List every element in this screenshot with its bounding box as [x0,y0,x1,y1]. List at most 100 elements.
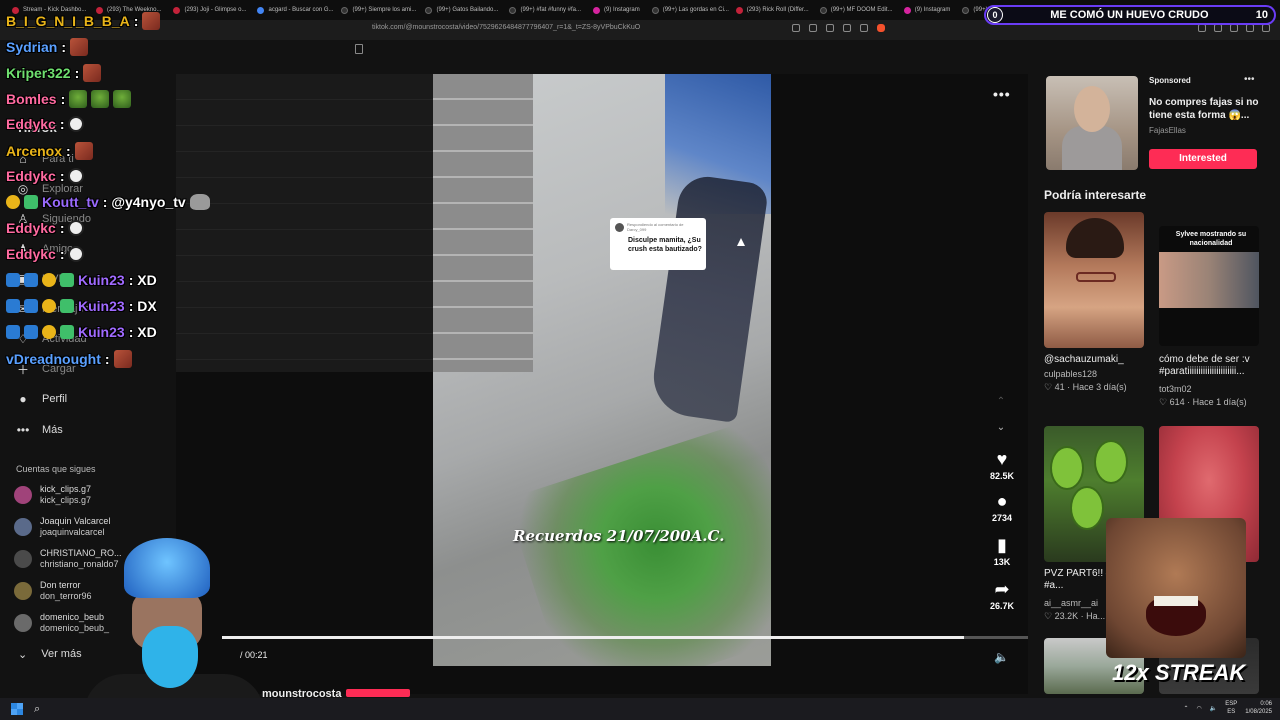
sidebar-item-más[interactable]: ••• Más [16,423,63,437]
share-page-icon[interactable] [860,24,868,32]
tab-label: (99+) #fat #funny #fa... [520,7,582,13]
plus-icon: ＋ [16,362,29,377]
sponsored-label: Sponsored [1149,76,1191,85]
browser-tab[interactable]: (99+) #fat #funny #fa... [503,2,587,18]
sidebar-item-label: Explorar [42,183,83,195]
tab-label: (293) The Weekno... [107,7,162,13]
tab-label: (99+) Siempre los ami... [352,7,417,13]
video-wall-stripes [433,74,533,372]
sidebar-item-amigos[interactable]: ♟ Amigos [16,242,79,256]
tiktok-icon [509,6,517,14]
sidebar-item-label: Para ti [42,153,74,165]
wallet-icon[interactable] [1246,24,1254,32]
goal-target-count: 10 [1255,9,1268,21]
laughing-meme-overlay [1106,518,1246,658]
see-more-button[interactable]: ⌄ Ver más [18,648,82,661]
bookmark-icon[interactable] [355,44,363,54]
tiktok-icon [341,6,349,14]
browser-tab[interactable]: (293) Joji - Glimpse o... [167,2,251,18]
card-subuser[interactable]: tot3m02 [1159,384,1192,394]
youtube-icon [173,6,181,14]
tiktok-icon [962,6,970,14]
recommendations-title: Podría interesarte [1044,188,1147,202]
previous-video-icon[interactable]: ⌃ [995,396,1007,408]
sidebar-item-siguiendo[interactable]: ♙ Siguiendo [16,212,91,226]
comment-button[interactable]: ● 2734 [980,491,1024,523]
extension-icon[interactable] [1198,24,1206,32]
follow-button[interactable] [346,689,410,697]
sidebar-item-para-ti[interactable]: ⌂ Para ti [16,152,74,166]
tab-label: acgard - Buscar con G... [268,7,334,13]
sidebar-item-mensajes[interactable]: ✉ Mensajes [16,302,89,316]
network-icon[interactable]: ◠ [1197,705,1202,712]
chevron-up-icon[interactable]: ⌃ [1184,705,1189,712]
next-video-icon[interactable]: ⌄ [995,422,1007,434]
sidebar-item-label: Cargar [42,363,76,375]
clock[interactable]: 0:06 1/08/2025 [1245,700,1272,716]
heart-button[interactable]: ♥ 82.5K [980,449,1024,481]
following-account[interactable]: Don terror don_terror96 [14,580,92,602]
card-user[interactable]: @sachauzumaki_ [1044,354,1124,365]
bookmark-button[interactable]: ▮ 13K [980,535,1024,567]
downloads-icon[interactable] [1214,24,1222,32]
progress-fill [222,636,964,639]
browser-tab[interactable]: (9) Instagram [898,2,957,18]
url-field[interactable]: tiktok.com/@mounstrocosta/video/75296264… [372,24,640,31]
browser-tab[interactable]: (99+) Las gordas en Ci... [646,2,730,18]
sidebar-toggle-icon[interactable] [1230,24,1238,32]
goal-label: ME COMÓ UN HUEVO CRUDO [1050,9,1209,21]
cast-icon[interactable] [792,24,800,32]
browser-tab[interactable]: Stream - Kick Dashbo... [6,2,90,18]
youtube-icon [96,6,103,14]
menu-icon[interactable] [1262,24,1270,32]
tiktok-logo[interactable]: TikTok [16,120,57,135]
card-subuser[interactable]: culpables128 [1044,369,1097,379]
tiktok-icon [651,6,659,14]
ad-options-icon[interactable]: ••• [1244,74,1255,85]
interested-button[interactable]: Interested [1149,149,1257,169]
sidebar-item-explorar[interactable]: ◎ Explorar [16,182,83,196]
browser-tab[interactable]: (99+) Gatos Bailando... [419,2,503,18]
google-icon [257,6,265,14]
browser-tab[interactable]: (9) Instagram [587,2,646,18]
goal-current-count: 0 [987,7,1003,23]
share-icon: ➦ [994,579,1010,599]
ad-title[interactable]: No compres fajas si no tiene esta forma … [1149,96,1259,122]
more-options-icon[interactable]: ••• [993,86,1011,102]
following-account[interactable]: kick_clips.g7 kick_clips.g7 [14,484,91,506]
sidebar-item-actividad[interactable]: ♢ Actividad [16,332,87,346]
tab-label: (99+) MF DOOM Edit... [830,7,893,13]
sidebar-item-label: Actividad [42,333,87,345]
browser-tab[interactable]: (293) The Weekno... [90,2,167,18]
windows-start-icon[interactable] [11,703,23,715]
volume-tray-icon[interactable]: 🔈 [1210,705,1217,712]
sidebar-item-cargar[interactable]: ＋ Cargar [16,362,76,377]
activity-icon: ♢ [17,332,29,346]
windows-taskbar [0,698,1280,720]
share-button[interactable]: ➦ 26.7K [980,579,1024,611]
volume-icon[interactable]: 🔈 [994,650,1009,664]
language-indicator[interactable]: ESP ES [1225,700,1237,716]
zoom-icon[interactable] [843,24,851,32]
ad-brand[interactable]: FajasEllas [1149,126,1186,135]
sidebar-item-live[interactable]: ▣ LIVE [16,272,66,286]
card-subuser[interactable]: ai__asmr__ai [1044,598,1098,608]
video-player[interactable] [433,74,771,666]
search-icon[interactable]: ⌕ [34,703,40,716]
browser-tab[interactable]: (293) Rick Roll (Differ... [730,2,814,18]
system-tray: ⌃ ◠ 🔈 ESP ES 0:06 1/08/2025 [1184,700,1272,716]
brave-shield-icon[interactable] [877,24,885,32]
translate-icon[interactable] [826,24,834,32]
video-thumbnail[interactable]: Sylvee mostrando su nacionalidad [1159,226,1259,346]
video-progress-bar[interactable] [222,636,1028,639]
screenshot-icon[interactable] [809,24,817,32]
browser-tab[interactable]: (99+) Siempre los ami... [335,2,419,18]
card-title[interactable]: cómo debe de ser :v #paratiiiiiiiiiiiiii… [1159,354,1271,378]
browser-tab[interactable]: acgard - Buscar con G... [251,2,335,18]
sidebar-item-perfil[interactable]: ● Perfil [16,392,67,406]
ad-thumbnail[interactable] [1046,76,1138,170]
browser-tab[interactable]: (99+) MF DOOM Edit... [814,2,898,18]
tab-label: (9) Instagram [604,7,640,13]
sidebar-item-label: Perfil [42,393,68,405]
video-thumbnail[interactable] [1044,212,1144,348]
